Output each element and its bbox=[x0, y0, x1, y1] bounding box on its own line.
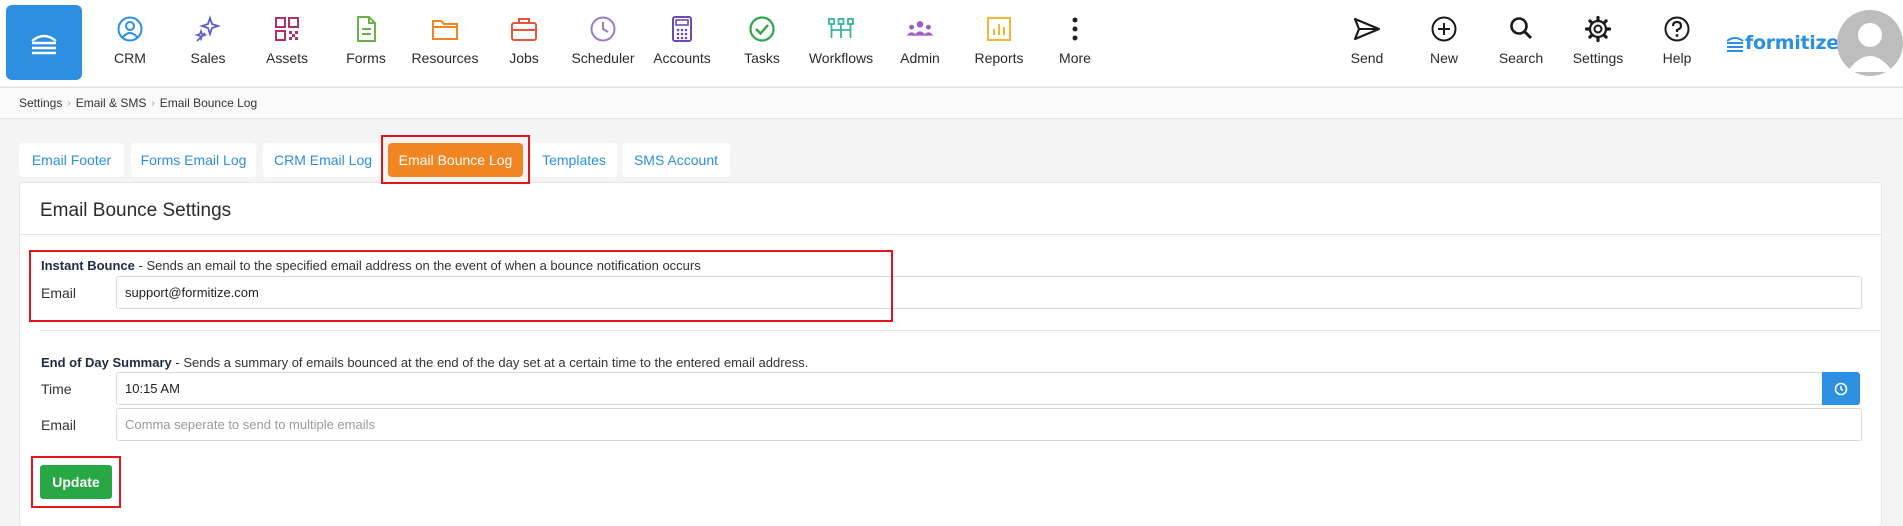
nav-sales[interactable]: Sales bbox=[168, 14, 248, 74]
nav-label: New bbox=[1429, 50, 1458, 66]
forms-document-icon bbox=[357, 16, 376, 42]
nav-admin[interactable]: Admin bbox=[880, 14, 960, 74]
crm-icon bbox=[117, 16, 143, 42]
instant-bounce-heading: Instant Bounce - Sends an email to the s… bbox=[41, 258, 701, 273]
nav-workflows[interactable]: Workflows bbox=[801, 14, 881, 74]
nav-label: Reports bbox=[974, 50, 1024, 66]
nav-label: Jobs bbox=[509, 50, 539, 66]
tab-sms-account[interactable]: SMS Account bbox=[622, 143, 730, 177]
summary-description: - Sends a summary of emails bounced at t… bbox=[171, 355, 809, 370]
nav-label: Assets bbox=[265, 50, 308, 66]
assets-qr-icon bbox=[275, 17, 299, 41]
nav-resources[interactable]: Resources bbox=[405, 14, 485, 74]
summary-email-label: Email bbox=[41, 417, 77, 433]
nav-help[interactable]: Help bbox=[1637, 14, 1717, 74]
brand-name: formitize bbox=[1745, 32, 1839, 54]
summary-heading: End of Day Summary - Sends a summary of … bbox=[41, 355, 808, 370]
summary-email-input[interactable] bbox=[116, 408, 1862, 441]
tab-crm-email-log[interactable]: CRM Email Log bbox=[263, 143, 383, 177]
accounts-calculator-icon bbox=[672, 16, 692, 42]
workflows-icon bbox=[828, 18, 854, 38]
settings-gear-icon bbox=[1584, 15, 1612, 43]
reports-chart-icon bbox=[987, 17, 1011, 41]
breadcrumb-current: Email Bounce Log bbox=[159, 96, 258, 110]
avatar-icon bbox=[1847, 23, 1893, 72]
sales-sparkle-icon bbox=[194, 15, 221, 42]
email-bounce-settings-panel: Email Bounce Settings Instant Bounce - S… bbox=[19, 182, 1882, 526]
nav-label: Forms bbox=[346, 50, 386, 66]
nav-search[interactable]: Search bbox=[1481, 14, 1561, 74]
jobs-briefcase-icon bbox=[511, 18, 537, 41]
chevron-right-icon: › bbox=[67, 97, 71, 109]
nav-label: Accounts bbox=[653, 50, 711, 66]
chevron-right-icon: › bbox=[151, 97, 155, 109]
instant-email-input[interactable] bbox=[116, 276, 1862, 309]
time-picker-button[interactable] bbox=[1822, 372, 1860, 405]
tab-email-bounce-log[interactable]: Email Bounce Log bbox=[388, 143, 523, 177]
tab-forms-email-log[interactable]: Forms Email Log bbox=[131, 143, 256, 177]
nav-scheduler[interactable]: Scheduler bbox=[563, 14, 643, 74]
scheduler-clock-icon bbox=[590, 16, 616, 42]
more-dots-icon bbox=[1072, 17, 1078, 41]
breadcrumb-email-sms[interactable]: Email & SMS bbox=[76, 96, 147, 110]
nav-more[interactable]: More bbox=[1035, 14, 1115, 74]
new-plus-icon bbox=[1431, 16, 1457, 42]
home-button[interactable] bbox=[6, 5, 82, 80]
nav-jobs[interactable]: Jobs bbox=[484, 14, 564, 74]
user-avatar[interactable] bbox=[1837, 10, 1903, 76]
nav-label: More bbox=[1059, 50, 1091, 66]
nav-label: Workflows bbox=[808, 50, 874, 66]
nav-label: Tasks bbox=[744, 50, 780, 66]
summary-time-input[interactable] bbox=[116, 372, 1823, 405]
formitize-logo-icon bbox=[1726, 37, 1744, 52]
nav-label: Sales bbox=[190, 50, 226, 66]
tasks-check-icon bbox=[749, 16, 775, 42]
help-icon bbox=[1664, 16, 1690, 42]
summary-time-label: Time bbox=[41, 381, 72, 397]
nav-tasks[interactable]: Tasks bbox=[722, 14, 802, 74]
tab-email-footer[interactable]: Email Footer bbox=[19, 143, 124, 177]
nav-crm[interactable]: CRM bbox=[90, 14, 170, 74]
nav-label: Resources bbox=[411, 50, 479, 66]
breadcrumb-settings[interactable]: Settings bbox=[19, 96, 62, 110]
nav-send[interactable]: Send bbox=[1327, 14, 1407, 74]
divider bbox=[40, 330, 1880, 331]
divider bbox=[20, 234, 1881, 235]
nav-label: CRM bbox=[114, 50, 146, 66]
nav-reports[interactable]: Reports bbox=[959, 14, 1039, 74]
brand-logo[interactable]: formitize bbox=[1725, 31, 1839, 55]
resources-folder-icon bbox=[432, 20, 458, 40]
update-button[interactable]: Update bbox=[40, 465, 112, 499]
nav-label: Admin bbox=[900, 50, 940, 66]
home-logo-icon bbox=[31, 34, 57, 54]
nav-forms[interactable]: Forms bbox=[326, 14, 406, 74]
tab-templates[interactable]: Templates bbox=[531, 143, 617, 177]
breadcrumb: Settings › Email & SMS › Email Bounce Lo… bbox=[0, 87, 1903, 119]
nav-accounts[interactable]: Accounts bbox=[642, 14, 722, 74]
clock-icon bbox=[1834, 382, 1848, 395]
send-icon bbox=[1353, 17, 1381, 41]
search-icon bbox=[1510, 17, 1533, 40]
panel-title: Email Bounce Settings bbox=[40, 200, 232, 221]
nav-assets[interactable]: Assets bbox=[247, 14, 327, 74]
top-navbar: CRM Sales Assets Forms Resources Jobs Sc… bbox=[0, 0, 1903, 86]
nav-label: Scheduler bbox=[571, 50, 635, 66]
instant-bounce-title: Instant Bounce bbox=[41, 258, 135, 273]
nav-label: Search bbox=[1498, 50, 1544, 66]
nav-new[interactable]: New bbox=[1404, 14, 1484, 74]
instant-bounce-description: - Sends an email to the specified email … bbox=[134, 258, 701, 273]
instant-email-label: Email bbox=[41, 285, 77, 301]
nav-settings[interactable]: Settings bbox=[1558, 14, 1638, 74]
nav-label: Send bbox=[1350, 50, 1384, 66]
admin-users-icon bbox=[906, 21, 934, 36]
nav-label: Help bbox=[1662, 50, 1692, 66]
nav-label: Settings bbox=[1572, 50, 1624, 66]
summary-title: End of Day Summary bbox=[41, 355, 172, 370]
